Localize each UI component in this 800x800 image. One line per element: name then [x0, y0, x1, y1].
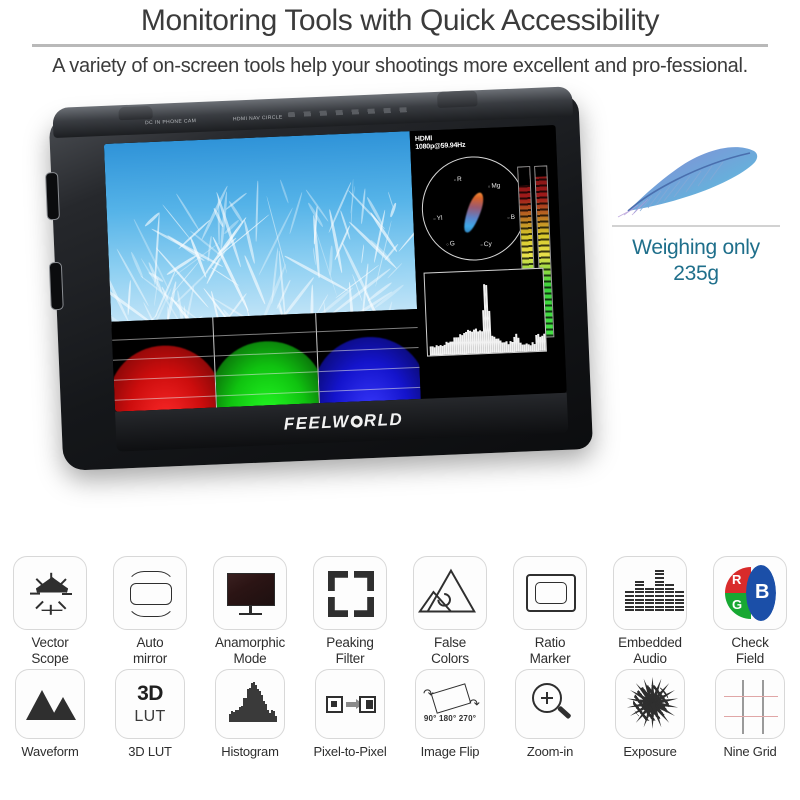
feature-3d-lut[interactable]: 3D LUT 3D LUT	[100, 669, 200, 759]
check-field-g-label: G	[732, 597, 742, 612]
false-colors-icon[interactable]	[413, 556, 487, 630]
embedded-audio-icon[interactable]	[613, 556, 687, 630]
vectorscope-label-r: R	[454, 175, 462, 182]
parade-channel-blue	[315, 308, 421, 402]
zoom-in-icon[interactable]	[515, 669, 585, 739]
weight-text-line1: Weighing only	[604, 235, 788, 261]
histogram-icon[interactable]	[215, 669, 285, 739]
lut-word-text: LUT	[116, 708, 184, 726]
feature-label: False Colors	[400, 635, 500, 667]
feature-label: Anamorphic Mode	[200, 635, 300, 667]
hdmi-port-lower	[49, 261, 64, 310]
parade-channel-red	[111, 317, 216, 411]
histogram-bars	[425, 268, 543, 273]
hdmi-port-upper	[45, 171, 60, 220]
feature-exposure[interactable]: Exposure	[600, 669, 700, 759]
brand-logo-text-b: RLD	[363, 409, 403, 430]
weight-text-line2: 235g	[604, 261, 788, 287]
feature-label: Image Flip	[400, 744, 500, 759]
histogram-display	[424, 267, 547, 356]
brand-logo-text-a: FEELW	[283, 411, 350, 433]
feature-label: Peaking Filter	[300, 635, 400, 667]
feature-histogram[interactable]: Histogram	[200, 669, 300, 759]
feature-label: Histogram	[200, 744, 300, 759]
brand-logo: FEELW RLD	[283, 409, 403, 434]
parade-channel-green	[213, 313, 319, 407]
image-flip-angles-text: 90° 180° 270°	[416, 714, 484, 723]
feature-peaking-filter[interactable]: Peaking Filter	[300, 556, 400, 667]
feature-label: Pixel-to-Pixel	[300, 744, 400, 759]
parade-blue-grid	[316, 308, 421, 402]
hero-section: DC IN PHONE CAM HDMI NAV CIRCLE HDMI 108…	[0, 79, 800, 487]
camera-preview-image	[104, 131, 421, 412]
feature-ratio-marker[interactable]: Ratio Marker	[500, 556, 600, 667]
monitor-top-dial	[437, 90, 478, 108]
feature-label: Zoom-in	[500, 744, 600, 759]
vector-scope-icon[interactable]	[13, 556, 87, 630]
peaking-filter-icon[interactable]	[313, 556, 387, 630]
pixel-to-pixel-icon[interactable]	[315, 669, 385, 739]
osd-tools-panel: HDMI 1080p@59.94Hz R Mg B Cy G Yl	[410, 125, 567, 399]
feature-anamorphic-mode[interactable]: Anamorphic Mode	[200, 556, 300, 667]
vectorscope-label-yl: Yl	[433, 214, 442, 221]
auto-mirror-icon[interactable]	[113, 556, 187, 630]
feature-zoom-in[interactable]: Zoom-in	[500, 669, 600, 759]
osd-signal-info: HDMI 1080p@59.94Hz	[415, 133, 466, 151]
feature-image-flip[interactable]: ↷ ↷ 90° 180° 270° Image Flip	[400, 669, 500, 759]
monitor-top-button-left	[118, 105, 153, 119]
feature-label: Nine Grid	[700, 744, 800, 759]
vectorscope-label-g: G	[446, 240, 455, 247]
feature-auto-mirror[interactable]: Auto mirror	[100, 556, 200, 667]
feature-label: Ratio Marker	[500, 635, 600, 667]
feature-embedded-audio[interactable]: Embedded Audio	[600, 556, 700, 667]
anamorphic-mode-icon[interactable]	[213, 556, 287, 630]
feature-pixel-to-pixel[interactable]: Pixel-to-Pixel	[300, 669, 400, 759]
vectorscope-label-b: B	[507, 213, 515, 220]
feature-vector-scope[interactable]: Vector Scope	[0, 556, 100, 667]
three-d-lut-icon[interactable]: 3D LUT	[115, 669, 185, 739]
osd-format-label: 1080p@59.94Hz	[415, 141, 465, 151]
weight-divider	[612, 225, 780, 227]
feature-label: Vector Scope	[0, 635, 100, 667]
check-field-r-label: R	[732, 572, 741, 587]
vectorscope-trace	[460, 190, 486, 234]
monitor-top-label-center: HDMI NAV CIRCLE	[233, 114, 283, 122]
feature-label: Exposure	[600, 744, 700, 759]
feature-label: Waveform	[0, 744, 100, 759]
waveform-icon[interactable]	[15, 669, 85, 739]
page-header: Monitoring Tools with Quick Accessibilit…	[0, 0, 800, 79]
exposure-icon[interactable]	[615, 669, 685, 739]
feature-false-colors[interactable]: False Colors	[400, 556, 500, 667]
brand-logo-o-mark	[351, 415, 363, 427]
field-monitor-product-image: DC IN PHONE CAM HDMI NAV CIRCLE HDMI 108…	[40, 79, 601, 491]
feature-label: Embedded Audio	[600, 635, 700, 667]
parade-green-grid	[214, 313, 319, 407]
monitor-screen: HDMI 1080p@59.94Hz R Mg B Cy G Yl	[104, 125, 567, 412]
vectorscope-label-mg: Mg	[488, 182, 501, 190]
check-field-b-label: B	[755, 581, 769, 604]
vectorscope-display: R Mg B Cy G Yl	[420, 154, 528, 262]
title-divider	[32, 44, 768, 47]
page-title: Monitoring Tools with Quick Accessibilit…	[14, 4, 786, 39]
feature-waveform[interactable]: Waveform	[0, 669, 100, 759]
feature-label: Auto mirror	[100, 635, 200, 667]
weight-callout: Weighing only 235g	[604, 131, 788, 288]
nine-grid-icon[interactable]	[715, 669, 785, 739]
feather-icon	[604, 131, 788, 223]
feature-nine-grid[interactable]: Nine Grid	[700, 669, 800, 759]
feature-label: Check Field	[700, 635, 800, 667]
monitor-vent-dots	[288, 107, 408, 117]
page-subtitle: A variety of on-screen tools help your s…	[14, 53, 786, 79]
check-field-icon[interactable]: R G B	[713, 556, 787, 630]
feature-icon-grid: Vector Scope Auto mirror Anamorphic Mode Pe…	[0, 556, 800, 759]
rgb-waveform-parade	[111, 308, 421, 411]
parade-red-grid	[111, 317, 216, 411]
vectorscope-label-cy: Cy	[480, 240, 492, 247]
image-flip-icon[interactable]: ↷ ↷ 90° 180° 270°	[415, 669, 485, 739]
feature-label: 3D LUT	[100, 744, 200, 759]
monitor-top-label-left: DC IN PHONE CAM	[145, 118, 196, 126]
feature-check-field[interactable]: R G B Check Field	[700, 556, 800, 667]
ratio-marker-icon[interactable]	[513, 556, 587, 630]
lut-3d-text: 3D	[116, 682, 184, 706]
